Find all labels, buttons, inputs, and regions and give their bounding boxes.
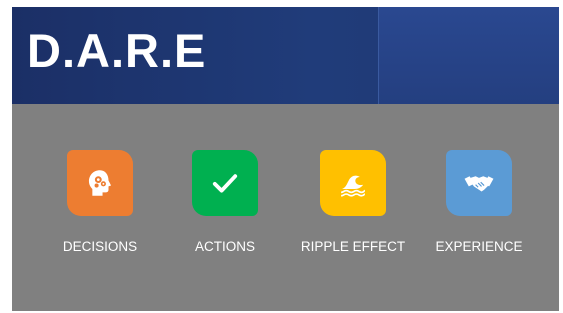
item-actions: ACTIONS	[160, 150, 290, 254]
banner-panel	[378, 7, 559, 104]
experience-tile	[446, 150, 512, 216]
page-title: D.A.R.E	[27, 24, 207, 77]
item-decisions: DECISIONS	[35, 150, 165, 254]
slide: D.A.R.E DECISIONS ACTIONS RIPPLE EFFECT …	[12, 7, 559, 311]
item-experience: EXPERIENCE	[414, 150, 544, 254]
actions-label: ACTIONS	[194, 239, 255, 254]
experience-label: EXPERIENCE	[435, 239, 523, 254]
ripple-effect-label: RIPPLE EFFECT	[300, 239, 406, 254]
checkmark-icon	[212, 174, 238, 193]
head-gears-icon	[88, 170, 112, 196]
wave-icon	[341, 175, 366, 197]
ripple-effect-tile	[320, 150, 386, 216]
decisions-label: DECISIONS	[62, 239, 138, 254]
decisions-tile	[67, 150, 133, 216]
item-ripple-effect: RIPPLE EFFECT	[288, 150, 418, 254]
actions-tile	[192, 150, 258, 216]
handshake-icon	[464, 176, 494, 192]
title-banner: D.A.R.E	[12, 7, 559, 104]
